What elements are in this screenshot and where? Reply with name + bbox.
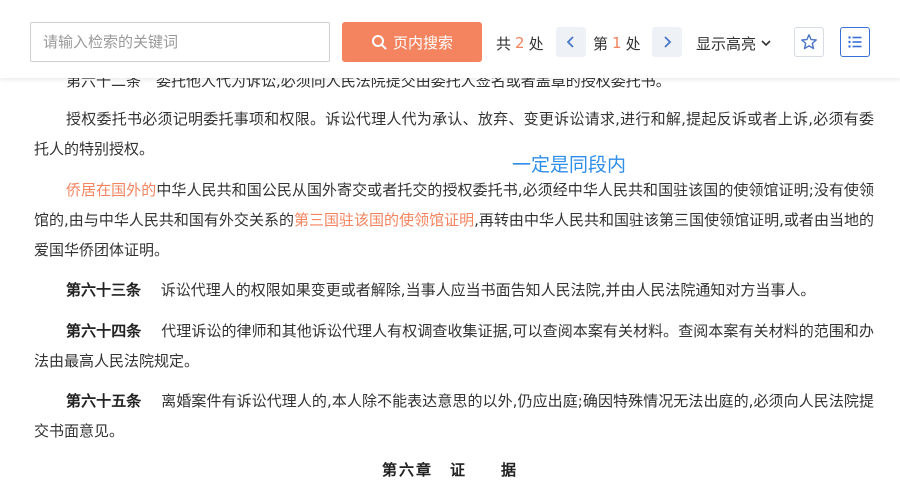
next-match-button[interactable] xyxy=(652,27,682,57)
highlight-dropdown[interactable]: 显示高亮 xyxy=(696,32,772,54)
list-icon xyxy=(848,36,862,48)
count-suffix: 处 xyxy=(528,34,544,53)
search-icon xyxy=(371,35,387,50)
partial-paragraph: 第六十二条 委托他人代为诉讼,必须向人民法院提交由委托人签名或者盖章的授权委托书… xyxy=(66,78,671,90)
search-toolbar: 页内搜索 共 2 处 第 1 处 显示高亮 xyxy=(0,0,900,78)
article-title: 第六十四条 xyxy=(66,322,142,340)
chevron-left-icon xyxy=(566,36,574,48)
star-icon xyxy=(801,34,817,50)
page-value: 1 xyxy=(612,34,622,52)
page-search-button[interactable]: 页内搜索 xyxy=(342,22,482,62)
article-text: 代理诉讼的律师和其他诉讼代理人有权调查收集证据,可以查阅本案有关材料。查阅本案有… xyxy=(34,322,874,370)
search-button-label: 页内搜索 xyxy=(392,33,453,52)
article-title: 第六十三条 xyxy=(66,281,142,299)
article-title: 第六十五条 xyxy=(66,392,142,410)
highlight-label: 显示高亮 xyxy=(696,34,757,53)
article-64: 第六十四条 代理诉讼的律师和其他诉讼代理人有权调查收集证据,可以查阅本案有关材料… xyxy=(34,316,874,376)
count-value: 2 xyxy=(515,34,525,52)
search-input[interactable] xyxy=(30,22,330,62)
article-65: 第六十五条 离婚案件有诉讼代理人的,本人除不能表达意思的以外,仍应出庭;确因特殊… xyxy=(34,386,874,446)
paragraph-overseas-authorization: 侨居在国外的中华人民共和国公民从国外寄交或者托交的授权委托书,必须经中华人民共和… xyxy=(34,175,874,265)
document-body: 第六十二条 委托他人代为诉讼,必须向人民法院提交由委托人签名或者盖章的授权委托书… xyxy=(0,78,900,485)
favorite-button[interactable] xyxy=(794,27,824,57)
search-highlight: 侨居在国外的 xyxy=(66,181,157,199)
article-text: 离婚案件有诉讼代理人的,本人除不能表达意思的以外,仍应出庭;确因特殊情况无法出庭… xyxy=(34,392,874,440)
prev-match-button[interactable] xyxy=(556,27,586,57)
outline-list-button[interactable] xyxy=(840,27,870,57)
page-prefix: 第 xyxy=(593,34,609,53)
match-count: 共 2 处 xyxy=(496,32,544,54)
page-suffix: 处 xyxy=(625,34,641,53)
count-prefix: 共 xyxy=(496,34,512,53)
annotation-note: 一定是同段内 xyxy=(512,154,627,176)
chevron-right-icon xyxy=(664,36,672,48)
chapter-heading: 第六章 证 据 xyxy=(381,461,518,479)
current-match: 第 1 处 xyxy=(593,32,641,54)
article-text: 诉讼代理人的权限如果变更或者解除,当事人应当书面告知人民法院,并由人民法院通知对… xyxy=(160,281,816,299)
search-highlight: 第三国驻该国的使领馆证明 xyxy=(293,211,475,229)
article-63: 第六十三条 诉讼代理人的权限如果变更或者解除,当事人应当书面告知人民法院,并由人… xyxy=(34,275,874,305)
paragraph-power-of-attorney: 授权委托书必须记明委托事项和权限。诉讼代理人代为承认、放弃、变更诉讼请求,进行和… xyxy=(34,110,874,158)
chevron-down-icon xyxy=(761,40,771,47)
